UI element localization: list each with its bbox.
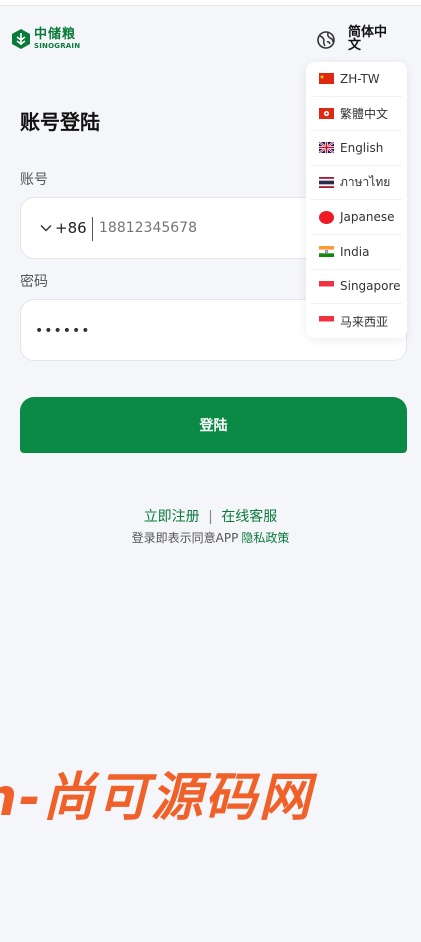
- watermark: n-尚可源码网: [0, 755, 421, 825]
- account-label: 账号: [20, 172, 48, 188]
- header: 中储粮 SINOGRAIN 简体中文: [0, 6, 421, 64]
- language-option-english[interactable]: English: [311, 131, 402, 166]
- phone-input[interactable]: [99, 216, 299, 240]
- india-flag-icon: [319, 246, 334, 258]
- country-code: +86: [55, 219, 87, 237]
- language-option-traditional-chinese[interactable]: 繁體中文: [311, 97, 402, 132]
- language-option-japanese[interactable]: Japanese: [311, 200, 402, 235]
- grain-logo-icon: [12, 29, 30, 49]
- customer-service-link[interactable]: 在线客服: [221, 509, 277, 525]
- uk-flag-icon: [319, 142, 334, 154]
- link-divider: |: [208, 509, 213, 525]
- field-divider: [92, 217, 93, 241]
- current-language: 简体中文: [348, 25, 388, 53]
- language-option-thai[interactable]: ภาษาไทย: [311, 166, 402, 201]
- country-code-selector[interactable]: +86: [39, 216, 87, 240]
- language-option-label: India: [340, 244, 370, 259]
- agreement-label: 登录即表示同意APP: [131, 531, 239, 545]
- japan-flag-icon: [319, 210, 334, 224]
- language-option-label: English: [340, 140, 384, 155]
- login-page: 中储粮 SINOGRAIN 简体中文 ZH-TW 繁體中文 English ภา…: [0, 0, 421, 942]
- register-link[interactable]: 立即注册: [144, 509, 200, 525]
- language-option-label: 马来西亚: [340, 314, 389, 329]
- language-option-zh-tw[interactable]: ZH-TW: [311, 62, 402, 97]
- footer-links: 立即注册 | 在线客服: [0, 506, 421, 526]
- malaysia-flag-icon: [319, 315, 334, 327]
- language-option-label: ภาษาไทย: [340, 175, 391, 190]
- china-flag-icon: [319, 73, 334, 85]
- watermark-text: n-尚可源码网: [0, 768, 313, 825]
- language-option-label: ZH-TW: [340, 71, 380, 86]
- language-option-label: Japanese: [340, 210, 395, 225]
- singapore-flag-icon: [319, 280, 334, 292]
- hong-kong-flag-icon: [319, 107, 334, 119]
- logo-english-text: SINOGRAIN: [34, 42, 81, 50]
- page-title: 账号登陆: [20, 110, 100, 134]
- language-option-label: Singapore: [340, 279, 401, 294]
- login-button[interactable]: 登陆: [20, 397, 407, 453]
- language-option-singapore[interactable]: Singapore: [311, 270, 402, 305]
- language-option-india[interactable]: India: [311, 235, 402, 270]
- logo-chinese-text: 中储粮: [34, 27, 77, 42]
- globe-icon: [317, 31, 335, 49]
- language-option-label: 繁體中文: [340, 106, 389, 121]
- password-input[interactable]: [35, 319, 335, 343]
- chevron-down-icon: [40, 225, 52, 232]
- thailand-flag-icon: [319, 177, 334, 189]
- sinograin-logo: 中储粮 SINOGRAIN: [11, 28, 80, 50]
- language-switcher[interactable]: 简体中文: [316, 26, 394, 52]
- password-label: 密码: [20, 274, 48, 290]
- language-dropdown: ZH-TW 繁體中文 English ภาษาไทย Japanese Indi…: [306, 62, 407, 338]
- language-option-malaysia[interactable]: 马来西亚: [311, 304, 402, 339]
- privacy-policy-link[interactable]: 隐私政策: [241, 531, 289, 545]
- agreement-text: 登录即表示同意APP 隐私政策: [0, 529, 421, 546]
